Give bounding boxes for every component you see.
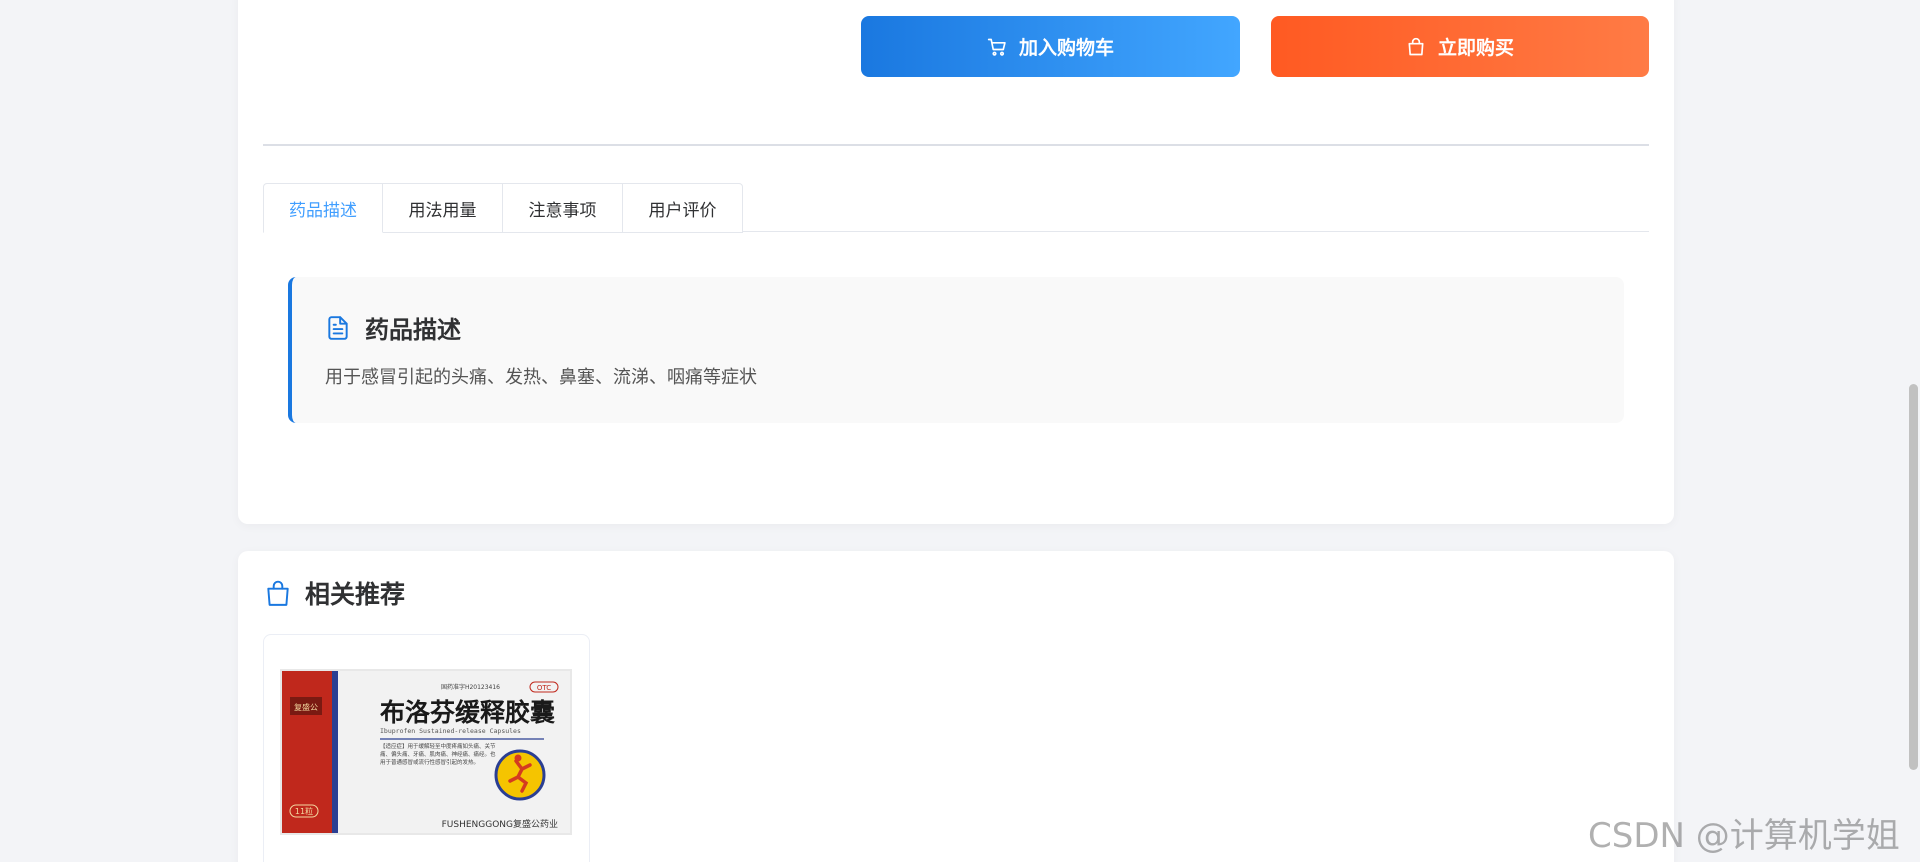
tab-usage[interactable]: 用法用量 [383,183,503,233]
buy-now-label: 立即购买 [1437,37,1514,59]
product-name: 布洛芬缓释胶囊 [380,698,555,727]
recommendations-title: 相关推荐 [305,580,406,609]
otc-badge: OTC [537,684,551,692]
tab-description-label: 药品描述 [289,200,357,221]
description-card: 药品描述 用于感冒引起的头痛、发热、鼻塞、流涕、咽痛等症状 [288,277,1624,423]
product-image: 复盛公 国药准字H20123416 OTC 布洛芬缓释胶囊 Ibuprofen … [280,669,572,835]
tab-usage-label: 用法用量 [408,200,477,221]
recommendations-heading: 相关推荐 [265,575,405,611]
indication-text: 【适应症】用于缓解轻至中度疼痛如头痛、关节痛、偏头痛、牙痛、肌肉痛、神经痛、痛经… [380,744,496,766]
tab-description[interactable]: 药品描述 [263,183,383,233]
product-card[interactable]: 复盛公 国药准字H20123416 OTC 布洛芬缓释胶囊 Ibuprofen … [263,634,590,862]
page-scrollbar-track[interactable] [1907,0,1920,862]
tab-reviews[interactable]: 用户评价 [623,183,743,233]
product-english-name: Ibuprofen Sustained-release Capsules [380,727,521,735]
description-text: 用于感冒引起的头痛、发热、鼻塞、流涕、咽痛等症状 [325,367,757,388]
count-badge: 11粒 [295,806,313,816]
cart-icon [987,38,1006,56]
shopping-bag-icon [1408,37,1424,55]
tab-precautions[interactable]: 注意事项 [503,183,623,233]
add-to-cart-button[interactable]: 加入购物车 [861,16,1240,77]
brand-logo-text: 复盛公 [294,702,318,712]
shopping-bag-icon [267,580,289,606]
product-detail-panel: 加入购物车 立即购买 药品描述 用法用量 注意事项 用户评价 药品描述 用于感冒… [238,0,1674,524]
approval-number: 国药准字H20123416 [441,683,500,691]
section-divider [263,144,1649,146]
description-title: 药品描述 [365,316,461,344]
manufacturer-text: FUSHENGGONG复盛公药业 [442,818,558,830]
tab-reviews-label: 用户评价 [648,200,717,221]
buy-now-button[interactable]: 立即购买 [1271,16,1649,77]
tab-precautions-label: 注意事项 [528,200,597,221]
add-to-cart-label: 加入购物车 [1018,37,1114,59]
watermark-text: CSDN @计算机学姐 [1588,816,1900,856]
page-scrollbar-thumb[interactable] [1909,384,1918,770]
detail-tabs: 药品描述 用法用量 注意事项 用户评价 [263,183,1649,233]
document-icon [328,315,348,340]
description-heading: 药品描述 [325,310,461,345]
recommendations-panel: 相关推荐 复盛公 国药准字H20123416 OTC 布洛芬缓释胶囊 Ibupr… [238,551,1674,862]
